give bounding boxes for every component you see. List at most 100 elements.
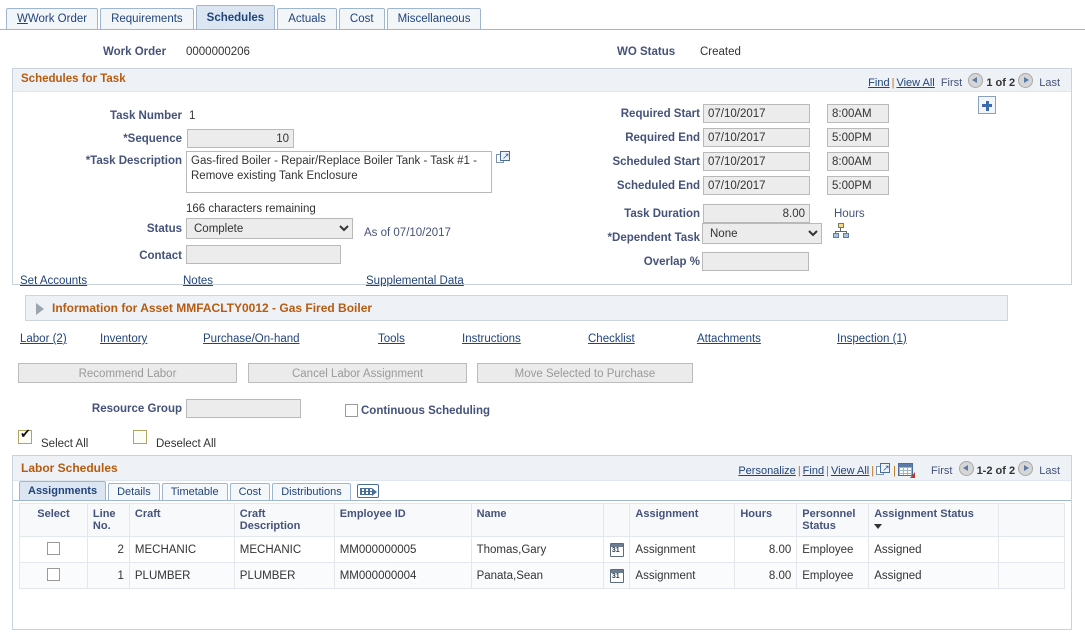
required-start-date-input[interactable] [703, 104, 810, 123]
subtab-distributions[interactable]: Distributions [272, 483, 351, 500]
link-checklist[interactable]: Checklist [588, 333, 635, 345]
chars-remaining-label: 166 characters remaining [186, 203, 316, 215]
col-assignment[interactable]: Assignment [629, 503, 736, 537]
row-assignment-status: Assigned [868, 562, 1000, 589]
link-labor[interactable]: Labor (2) [20, 333, 67, 345]
zoom-grid-icon[interactable]: ↗ [876, 463, 891, 477]
row-counter: 1 of 2 [986, 77, 1016, 89]
sequence-input[interactable] [187, 129, 294, 148]
next-row-icon[interactable] [1018, 73, 1034, 88]
required-end-date-input[interactable] [703, 128, 810, 147]
task-duration-label: Task Duration [624, 208, 700, 220]
labor-first-label[interactable]: First [931, 465, 952, 477]
link-tools[interactable]: Tools [378, 333, 405, 345]
row-line-no: 1 [86, 562, 130, 589]
col-personnel-status[interactable]: Personnel Status [796, 503, 870, 537]
table-row[interactable]: 2 MECHANIC MECHANIC MM000000005 Thomas,G… [19, 536, 1065, 563]
link-instructions[interactable]: Instructions [462, 333, 521, 345]
row-calendar-cell[interactable]: 31 [603, 536, 631, 563]
tab-miscellaneous[interactable]: Miscellaneous [386, 8, 482, 29]
supplemental-data-link[interactable]: Supplemental Data [366, 275, 464, 287]
move-selected-to-purchase-button[interactable]: Move Selected to Purchase [477, 363, 693, 383]
dependent-task-select[interactable]: None [702, 223, 822, 244]
row-select-checkbox[interactable] [46, 567, 60, 581]
subtab-timetable[interactable]: Timetable [161, 483, 228, 500]
expand-description-icon[interactable]: ↗ [496, 151, 511, 165]
scheduled-end-time-input[interactable] [827, 176, 889, 195]
scheduled-end-date-input[interactable] [703, 176, 810, 195]
asset-information-title: Information for Asset MMFACLTY0012 - Gas… [52, 301, 373, 315]
row-select-cell[interactable] [19, 562, 88, 589]
col-name[interactable]: Name [470, 503, 605, 537]
tab-schedules[interactable]: Schedules [195, 5, 276, 29]
view-all-link[interactable]: View All [896, 77, 934, 89]
col-assignment-status[interactable]: Assignment Status [868, 503, 1000, 537]
link-attachments[interactable]: Attachments [697, 333, 761, 345]
required-end-time-input[interactable] [827, 128, 889, 147]
dependent-task-label: *Dependent Task [607, 232, 700, 244]
download-grid-icon[interactable] [897, 463, 915, 478]
find-link[interactable]: Find [868, 77, 889, 89]
continuous-scheduling-checkbox[interactable] [345, 404, 358, 417]
contact-input[interactable] [186, 245, 341, 264]
recommend-labor-button[interactable]: Recommend Labor [18, 363, 237, 383]
first-label[interactable]: First [941, 77, 962, 89]
cancel-labor-assignment-button[interactable]: Cancel Labor Assignment [248, 363, 467, 383]
row-calendar-cell[interactable]: 31 [603, 562, 631, 589]
resource-group-label: Resource Group [91, 403, 182, 415]
labor-previous-icon[interactable] [958, 461, 974, 476]
tab-requirements[interactable]: Requirements [100, 8, 194, 29]
row-name: Thomas,Gary [470, 536, 605, 563]
notes-link[interactable]: Notes [183, 275, 213, 287]
subtab-details[interactable]: Details [108, 483, 160, 500]
show-all-columns-icon[interactable] [356, 484, 379, 498]
labor-view-all-link[interactable]: View All [831, 465, 869, 477]
scheduled-start-date-input[interactable] [703, 152, 810, 171]
tab-cost[interactable]: Cost [338, 8, 385, 29]
row-hours: 8.00 [734, 562, 798, 589]
col-select[interactable]: Select [19, 503, 88, 537]
deselect-all-checkbox[interactable] [133, 430, 147, 444]
resource-group-input[interactable] [186, 399, 301, 418]
tab-work-order[interactable]: WWork Order [6, 8, 99, 29]
link-purchase-on-hand[interactable]: Purchase/On-hand [203, 333, 300, 345]
status-select[interactable]: Complete [186, 218, 353, 239]
col-line-no[interactable]: Line No. [86, 503, 130, 537]
row-craft-description: PLUMBER [233, 562, 335, 589]
asset-information-section[interactable]: Information for Asset MMFACLTY0012 - Gas… [25, 295, 1008, 321]
personalize-link[interactable]: Personalize [738, 465, 795, 477]
col-employee-id[interactable]: Employee ID [333, 503, 472, 537]
add-row-button[interactable] [978, 96, 996, 114]
previous-row-icon[interactable] [968, 73, 984, 88]
last-label[interactable]: Last [1039, 77, 1060, 89]
col-craft-description[interactable]: Craft Description [233, 503, 335, 537]
col-craft[interactable]: Craft [128, 503, 235, 537]
task-description-textarea[interactable] [186, 151, 492, 193]
tab-actuals[interactable]: Actuals [277, 8, 337, 29]
select-all-checkbox[interactable] [18, 427, 32, 444]
row-craft-description: MECHANIC [233, 536, 335, 563]
scheduled-start-time-input[interactable] [827, 152, 889, 171]
link-inspection[interactable]: Inspection (1) [837, 333, 907, 345]
calendar-icon[interactable]: 31 [609, 542, 624, 557]
row-personnel-status: Employee [796, 536, 870, 563]
labor-find-link[interactable]: Find [803, 465, 824, 477]
row-select-cell[interactable] [19, 536, 88, 563]
row-select-checkbox[interactable] [46, 541, 60, 555]
hierarchy-icon[interactable] [832, 223, 849, 240]
set-accounts-link[interactable]: Set Accounts [20, 275, 87, 287]
row-spacer [998, 536, 1065, 563]
main-tab-strip: WWork Order Requirements Schedules Actua… [0, 0, 1085, 30]
link-inventory[interactable]: Inventory [100, 333, 147, 345]
calendar-icon[interactable]: 31 [609, 568, 624, 583]
wo-status-value: Created [700, 46, 741, 58]
subtab-assignments[interactable]: Assignments [19, 481, 107, 500]
table-row[interactable]: 1 PLUMBER PLUMBER MM000000004 Panata,Sea… [19, 562, 1065, 589]
required-start-time-input[interactable] [827, 104, 889, 123]
task-duration-input[interactable] [703, 204, 810, 223]
subtab-cost[interactable]: Cost [229, 483, 271, 500]
labor-last-label[interactable]: Last [1039, 465, 1060, 477]
col-hours[interactable]: Hours [734, 503, 798, 537]
labor-next-icon[interactable] [1018, 461, 1034, 476]
overlap-percent-input[interactable] [702, 252, 809, 271]
